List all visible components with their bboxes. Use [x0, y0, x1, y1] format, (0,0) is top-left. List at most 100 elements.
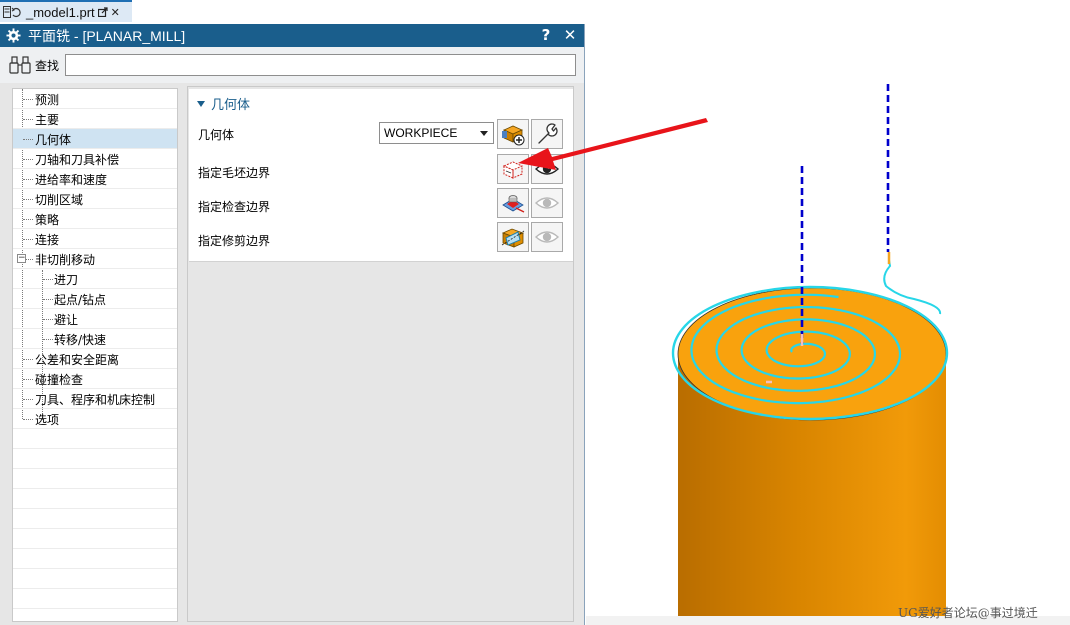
tab-close-icon[interactable]: ✕: [111, 6, 120, 19]
tree-empty-row: [13, 449, 177, 469]
tree-item[interactable]: 几何体: [13, 129, 177, 149]
specify-check-boundary-button[interactable]: [497, 188, 529, 218]
binoculars-icon: [9, 56, 31, 74]
tree-item-label: 公差和安全距离: [35, 353, 120, 367]
watermark-text: UG爱好者论坛@事过境迁: [898, 606, 1038, 620]
tree-empty-row: [13, 609, 177, 621]
tree-connector: [23, 399, 33, 400]
property-panel: 几何体 几何体 WORKPIECE 指定毛坯边界 指定检查边界 指定修剪边界: [187, 86, 574, 622]
geometry-group: 几何体 几何体 WORKPIECE 指定毛坯边界 指定检查边界 指定修剪边界: [189, 89, 573, 262]
tree-item[interactable]: 切削区域: [13, 189, 177, 209]
tree-item[interactable]: 预测: [13, 89, 177, 109]
tree-connector: [23, 139, 33, 140]
tree-item-label: 刀轴和刀具补偿: [35, 153, 120, 167]
tree-connector: [23, 359, 33, 360]
tree-item-label: 几何体: [35, 133, 72, 147]
geometry-select-value: WORKPIECE: [384, 126, 458, 140]
tree-item-label: 避让: [54, 313, 79, 327]
tree-expander-icon[interactable]: −: [17, 254, 26, 263]
geometry-label: 几何体: [198, 128, 235, 142]
tree-connector: [43, 279, 53, 280]
tree-empty-row: [13, 469, 177, 489]
tree-item[interactable]: 进给率和速度: [13, 169, 177, 189]
edit-geometry-button[interactable]: [531, 119, 563, 149]
tree-item-label: 策略: [35, 213, 60, 227]
tree-item-label: 非切削移动: [35, 253, 96, 267]
geometry-group-title: 几何体: [211, 98, 251, 113]
tree-connector: [23, 99, 33, 100]
tree-item[interactable]: 转移/快速: [13, 329, 177, 349]
tree-connector: [23, 379, 33, 380]
part-file-icon: [3, 6, 21, 18]
planar-mill-dialog: 平面铣 - [PLANAR_MILL] ? ✕ 查找 预测 主要 几何体 刀轴和刀具补…: [0, 24, 585, 625]
tree-item[interactable]: 刀具、程序和机床控制: [13, 389, 177, 409]
tree-item-label: 刀具、程序和机床控制: [35, 393, 156, 407]
navigation-tree: 预测 主要 几何体 刀轴和刀具补偿 进给率和速度 切削区域 策略 连接 − 非切削移动 进刀 起点/钻…: [12, 88, 178, 622]
trim-boundary-label: 指定修剪边界: [198, 234, 271, 248]
tree-item[interactable]: 避让: [13, 309, 177, 329]
display-trim-boundary-button[interactable]: [531, 222, 563, 252]
tree-item-label: 主要: [35, 113, 60, 127]
tree-connector: [23, 199, 33, 200]
tree-item-label: 碰撞检查: [35, 373, 84, 387]
tree-item[interactable]: 起点/钻点: [13, 289, 177, 309]
tree-item[interactable]: 公差和安全距离: [13, 349, 177, 369]
check-boundary-icon: [502, 195, 525, 213]
detach-icon[interactable]: [97, 7, 108, 17]
tree-item[interactable]: 策略: [13, 209, 177, 229]
tree-item-label: 预测: [35, 93, 60, 107]
eye-icon-disabled: [534, 231, 560, 243]
tree-connector: [23, 179, 33, 180]
tree-item-label: 进给率和速度: [35, 173, 108, 187]
search-row: 查找: [0, 47, 584, 83]
new-geometry-button[interactable]: [497, 119, 529, 149]
tree-item[interactable]: 选项: [13, 409, 177, 429]
tree-item[interactable]: − 非切削移动: [13, 249, 177, 269]
geometry-select[interactable]: WORKPIECE: [379, 122, 494, 144]
eye-icon: [534, 163, 560, 175]
document-tab-label: _model1.prt: [26, 4, 95, 20]
tree-connector: [23, 119, 33, 120]
tree-item[interactable]: 刀轴和刀具补偿: [13, 149, 177, 169]
wrench-icon: [538, 123, 558, 144]
dialog-close-button[interactable]: ✕: [562, 27, 578, 44]
graphics-window[interactable]: [586, 24, 1070, 625]
check-boundary-label: 指定检查边界: [198, 200, 271, 214]
tree-item-label: 选项: [35, 413, 60, 427]
tree-rows: 预测 主要 几何体 刀轴和刀具补偿 进给率和速度 切削区域 策略 连接 − 非切削移动 进刀 起点/钻…: [13, 89, 177, 621]
specify-trim-boundary-button[interactable]: [497, 222, 529, 252]
blank-boundary-label: 指定毛坯边界: [198, 166, 271, 180]
dialog-titlebar: 平面铣 - [PLANAR_MILL] ? ✕: [0, 24, 584, 47]
model-view[interactable]: [586, 24, 1070, 625]
tree-item-label: 起点/钻点: [54, 293, 107, 307]
tree-connector: [23, 219, 33, 220]
collapse-triangle-icon: [197, 100, 205, 107]
specify-blank-boundary-button[interactable]: [497, 154, 529, 184]
tree-connector: [23, 159, 33, 160]
tree-item-label: 转移/快速: [54, 333, 107, 347]
document-tab[interactable]: _model1.prt ✕: [0, 0, 132, 22]
new-geometry-icon: [502, 125, 525, 146]
tree-item[interactable]: 进刀: [13, 269, 177, 289]
display-check-boundary-button[interactable]: [531, 188, 563, 218]
eye-icon-disabled: [534, 197, 560, 209]
search-input[interactable]: [65, 54, 577, 76]
tree-connector: [43, 319, 53, 320]
tree-empty-row: [13, 569, 177, 589]
tree-item-label: 连接: [35, 233, 60, 247]
tree-item[interactable]: 碰撞检查: [13, 369, 177, 389]
tree-empty-row: [13, 509, 177, 529]
help-button[interactable]: ?: [538, 27, 554, 44]
display-blank-boundary-button[interactable]: [531, 154, 563, 184]
geometry-group-header[interactable]: 几何体: [197, 94, 250, 113]
tree-empty-row: [13, 529, 177, 549]
dialog-title: 平面铣 - [PLANAR_MILL]: [28, 27, 186, 44]
tree-item[interactable]: 连接: [13, 229, 177, 249]
trim-boundary-icon: [501, 228, 525, 248]
tree-item[interactable]: 主要: [13, 109, 177, 129]
document-tab-bar: _model1.prt ✕: [0, 0, 1070, 22]
tree-item-label: 切削区域: [35, 193, 84, 207]
gear-icon: [6, 28, 21, 43]
tree-connector: [23, 419, 33, 420]
search-label: 查找: [35, 58, 60, 73]
